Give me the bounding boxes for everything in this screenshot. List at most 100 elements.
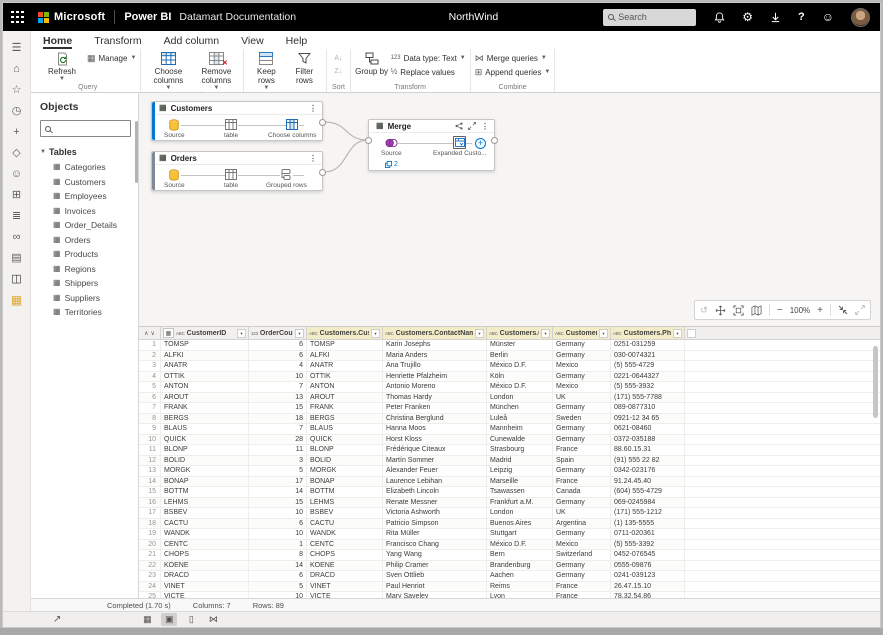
cell[interactable]: Leipzig bbox=[487, 466, 553, 476]
cell[interactable]: Spain bbox=[553, 456, 611, 466]
cell[interactable]: BONAP bbox=[161, 477, 249, 487]
cell[interactable]: 0452-076545 bbox=[611, 550, 685, 560]
tree-item-regions[interactable]: ▦Regions bbox=[40, 262, 131, 277]
help-icon[interactable]: ? bbox=[798, 12, 805, 23]
cell[interactable]: DRACD bbox=[161, 571, 249, 581]
objects-search-box[interactable] bbox=[40, 120, 131, 137]
cell[interactable]: CENTC bbox=[307, 540, 383, 550]
cell[interactable]: BOTTM bbox=[307, 487, 383, 497]
cell[interactable]: Germany bbox=[553, 424, 611, 434]
cell[interactable]: 7 bbox=[249, 424, 307, 434]
cell[interactable]: OTTIK bbox=[307, 372, 383, 382]
cell[interactable]: Hanna Moos bbox=[383, 424, 487, 434]
cell[interactable]: Horst Kloss bbox=[383, 435, 487, 445]
notifications-bell-icon[interactable] bbox=[714, 12, 725, 23]
cell[interactable]: 15 bbox=[249, 498, 307, 508]
cell[interactable]: 10 bbox=[249, 592, 307, 598]
tree-item-products[interactable]: ▦Products bbox=[40, 247, 131, 262]
step-source[interactable]: Source bbox=[164, 115, 185, 139]
cell[interactable]: LEHMS bbox=[161, 498, 249, 508]
row-number[interactable]: 3 bbox=[139, 361, 161, 371]
cell[interactable]: Canada bbox=[553, 487, 611, 497]
rail-apps-icon[interactable]: ⊞ bbox=[3, 184, 31, 205]
zoom-in-icon[interactable]: + bbox=[817, 305, 823, 316]
cell[interactable]: (171) 555-1212 bbox=[611, 508, 685, 518]
cell[interactable]: FRANK bbox=[307, 403, 383, 413]
model-view-button[interactable]: ⋈ bbox=[205, 613, 221, 626]
row-number[interactable]: 14 bbox=[139, 477, 161, 487]
cell[interactable]: 0372-035188 bbox=[611, 435, 685, 445]
cell[interactable]: BLAUS bbox=[307, 424, 383, 434]
cell[interactable]: France bbox=[553, 445, 611, 455]
cell[interactable]: BLONP bbox=[307, 445, 383, 455]
tree-item-suppliers[interactable]: ▦Suppliers bbox=[40, 291, 131, 306]
cell[interactable]: Yang Wang bbox=[383, 550, 487, 560]
collapse-down-chevron-icon[interactable]: ∨ bbox=[151, 330, 155, 337]
document-view-button[interactable]: ▯ bbox=[183, 613, 199, 626]
cell[interactable]: 0251-031259 bbox=[611, 340, 685, 350]
cell[interactable]: CACTU bbox=[161, 519, 249, 529]
cell[interactable]: Elizabeth Lincoln bbox=[383, 487, 487, 497]
cell[interactable]: CENTC bbox=[161, 540, 249, 550]
cell[interactable]: Sven Ottlieb bbox=[383, 571, 487, 581]
cell[interactable]: Francisco Chang bbox=[383, 540, 487, 550]
tree-item-customers[interactable]: ▦Customers bbox=[40, 175, 131, 190]
cell[interactable]: (91) 555 22 82 bbox=[611, 456, 685, 466]
refresh-button[interactable]: Refresh ▼ bbox=[39, 49, 85, 83]
cell[interactable]: (5) 555-3932 bbox=[611, 382, 685, 392]
cell[interactable]: Rita Müller bbox=[383, 529, 487, 539]
feedback-smiley-icon[interactable]: ☺ bbox=[822, 11, 834, 23]
cell[interactable]: 6 bbox=[249, 351, 307, 361]
user-avatar[interactable] bbox=[851, 8, 870, 27]
cell[interactable]: Brandenburg bbox=[487, 561, 553, 571]
cell[interactable]: London bbox=[487, 508, 553, 518]
column-header-Customers.Country[interactable]: ABCCustomers.Country▼ bbox=[553, 327, 611, 339]
step-source[interactable]: Source bbox=[381, 133, 402, 157]
cell[interactable]: (1) 135-5555 bbox=[611, 519, 685, 529]
merge-queries-button[interactable]: ⋈ Merge queries ▼ bbox=[475, 52, 551, 64]
row-number[interactable]: 4 bbox=[139, 372, 161, 382]
rail-favorites-icon[interactable]: ☆ bbox=[3, 79, 31, 100]
cell[interactable]: VICTE bbox=[161, 592, 249, 598]
download-icon[interactable] bbox=[770, 12, 781, 23]
filter-dropdown-icon[interactable]: ▼ bbox=[673, 329, 682, 338]
cell[interactable]: 13 bbox=[249, 393, 307, 403]
cell[interactable]: 14 bbox=[249, 487, 307, 497]
cell[interactable]: 28 bbox=[249, 435, 307, 445]
output-port[interactable] bbox=[319, 169, 326, 176]
cell[interactable]: Germany bbox=[553, 466, 611, 476]
pan-icon[interactable] bbox=[715, 305, 726, 316]
manage-button[interactable]: ▦ Manage ▼ bbox=[87, 52, 136, 64]
cell[interactable]: 10 bbox=[249, 372, 307, 382]
cell[interactable]: CHOPS bbox=[307, 550, 383, 560]
cell[interactable]: LEHMS bbox=[307, 498, 383, 508]
cell[interactable]: Madrid bbox=[487, 456, 553, 466]
cell[interactable]: BONAP bbox=[307, 477, 383, 487]
cell[interactable]: Martín Sommer bbox=[383, 456, 487, 466]
cell[interactable]: Germany bbox=[553, 435, 611, 445]
cell[interactable]: 0621-08460 bbox=[611, 424, 685, 434]
cell[interactable]: 78.32.54.86 bbox=[611, 592, 685, 598]
cell[interactable]: Germany bbox=[553, 561, 611, 571]
collapse-diagram-icon[interactable] bbox=[838, 305, 848, 315]
sort-descending-icon[interactable]: Z↓ bbox=[331, 65, 345, 77]
step-grouped-rows[interactable]: Grouped rows bbox=[266, 165, 307, 189]
cell[interactable]: Bern bbox=[487, 550, 553, 560]
cell[interactable]: ANTON bbox=[161, 382, 249, 392]
tree-item-orders[interactable]: ▦Orders bbox=[40, 233, 131, 248]
column-header-Customers.Phone[interactable]: ABCCustomers.Phone▼ bbox=[611, 327, 685, 339]
cell[interactable]: AROUT bbox=[161, 393, 249, 403]
cell[interactable]: Christina Berglund bbox=[383, 414, 487, 424]
cell[interactable]: Germany bbox=[553, 529, 611, 539]
add-column-box-icon[interactable] bbox=[687, 329, 696, 338]
table-menu-icon[interactable]: ▦ bbox=[163, 328, 174, 338]
filter-rows-button[interactable]: Filter rows bbox=[286, 49, 322, 85]
cell[interactable]: 7 bbox=[249, 382, 307, 392]
cell[interactable]: Reims bbox=[487, 582, 553, 592]
column-header-CustomerID[interactable]: ▦ABCCustomerID▼ bbox=[161, 327, 249, 339]
cell[interactable]: 4 bbox=[249, 361, 307, 371]
choose-columns-button[interactable]: Choose columns ▼ bbox=[145, 49, 191, 92]
rail-datamart-icon[interactable]: ▦ bbox=[3, 289, 31, 310]
output-port[interactable] bbox=[319, 119, 326, 126]
cell[interactable]: México D.F. bbox=[487, 382, 553, 392]
